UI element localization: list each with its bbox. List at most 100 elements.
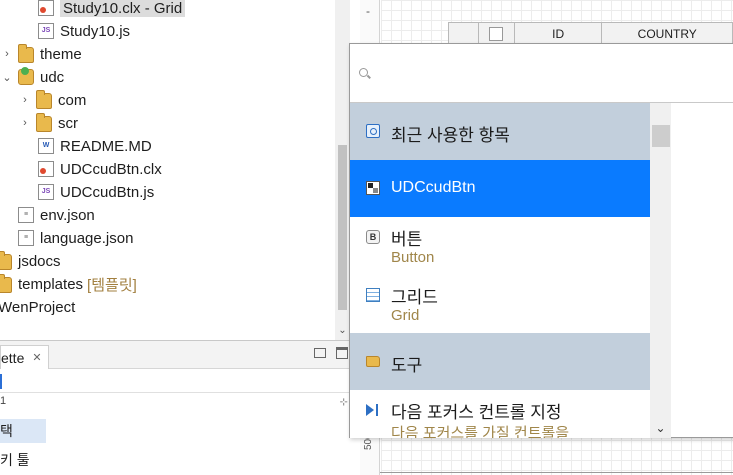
tree-item-label: env.json	[40, 206, 95, 224]
tree-item-scr[interactable]: › scr	[18, 112, 78, 134]
grid-control-icon	[366, 288, 380, 302]
tree-item-label: jsdocs	[18, 252, 61, 270]
chevron-right-icon[interactable]: ›	[0, 48, 14, 60]
tree-item-label: Study10.js	[60, 22, 131, 40]
palette-search-input[interactable]	[0, 371, 350, 393]
control-search-popup: 최근 사용한 항목 UDCcudBtn B 버튼 Button 그리드 Grid…	[349, 43, 733, 438]
tree-item-wenproject[interactable]: WenProject	[0, 296, 75, 318]
button-control-icon: B	[366, 230, 380, 244]
category-label: 도구	[391, 356, 423, 375]
column-label: COUNTRY	[637, 27, 697, 41]
grid-header-id: ID	[515, 23, 603, 45]
tree-scrollbar[interactable]: ⌄	[335, 0, 350, 340]
palette-item-label: 택	[0, 423, 13, 439]
tree-item-com[interactable]: › com	[18, 89, 86, 111]
popup-search-input[interactable]	[378, 60, 718, 86]
chevron-down-icon[interactable]: ⌄	[335, 325, 350, 336]
list-item-udccudbtn[interactable]: UDCcudBtn	[350, 160, 650, 217]
tree-item-label: UDCcudBtn.clx	[60, 160, 162, 178]
json-file-icon: ≡	[18, 207, 34, 223]
tree-item-templates[interactable]: templates [템플릿]	[0, 273, 137, 295]
tree-item-study10-clx[interactable]: Study10.clx - Grid	[36, 0, 186, 19]
checkbox[interactable]	[489, 27, 504, 41]
tree-item-udc[interactable]: ⌄ udc	[0, 66, 64, 88]
tree-item-label: com	[58, 91, 87, 109]
doc-file-icon: W	[38, 138, 54, 154]
tree-item-study10-js[interactable]: JS Study10.js	[36, 20, 130, 42]
list-item-title: 그리드	[391, 288, 438, 307]
chevron-down-icon[interactable]: ⌄	[0, 71, 14, 84]
divider	[380, 472, 733, 473]
chevron-down-icon[interactable]: ⌄	[650, 421, 671, 435]
list-item-grid[interactable]: 그리드 Grid	[350, 275, 650, 333]
tree-item-language-json[interactable]: ≡ language.json	[16, 227, 133, 249]
project-explorer-tree: Study10.clx - Grid JS Study10.js › theme…	[0, 0, 350, 340]
json-file-icon: ≡	[18, 230, 34, 246]
close-icon[interactable]: ✕	[32, 351, 41, 364]
ruler-collapse-icon[interactable]: -	[366, 4, 370, 18]
list-item-subtitle: 다음 포커스를 가질 컨트롤을	[391, 425, 570, 438]
list-item-next-focus[interactable]: 다음 포커스 컨트롤 지정 다음 포커스를 가질 컨트롤을	[350, 390, 650, 438]
grid-header-blank	[449, 23, 479, 45]
folder-icon	[0, 251, 12, 270]
folder-icon	[36, 113, 52, 132]
list-item-label: UDCcudBtn	[391, 179, 476, 196]
palette-group-label: 1	[0, 395, 7, 407]
clx-file-icon	[38, 161, 54, 177]
folder-icon	[36, 90, 52, 109]
palette-panel: ette ✕ 1 ⊹ 택 키 툴	[0, 340, 360, 475]
js-file-icon: JS	[38, 23, 54, 39]
tab-label: ette	[1, 349, 25, 366]
category-label: 최근 사용한 항목	[391, 126, 510, 145]
tree-item-jsdocs[interactable]: jsdocs	[0, 250, 61, 272]
category-tools[interactable]: 도구	[350, 333, 650, 390]
list-item-title: 버튼	[391, 230, 423, 249]
column-label: ID	[552, 27, 565, 41]
tree-item-label: WenProject	[0, 298, 76, 316]
tree-item-decoration: [템플릿]	[87, 276, 137, 294]
pin-icon[interactable]: ⊹	[340, 397, 348, 408]
clx-file-icon	[38, 0, 54, 16]
project-folder-icon	[18, 67, 34, 85]
category-recent-items[interactable]: 최근 사용한 항목	[350, 103, 650, 160]
chevron-right-icon[interactable]: ›	[18, 117, 32, 129]
list-item-button[interactable]: B 버튼 Button	[350, 217, 650, 275]
scrollbar-thumb[interactable]	[338, 145, 347, 310]
palette-tab-bar: ette ✕	[0, 341, 360, 369]
maximize-icon[interactable]	[336, 347, 348, 359]
grid-header-checkbox-cell	[479, 23, 515, 45]
popup-preview-area	[671, 103, 733, 438]
udc-component-icon	[366, 181, 380, 195]
tree-item-label: udc	[40, 68, 65, 86]
scrollbar-thumb[interactable]	[652, 125, 670, 147]
tree-item-label: README.MD	[60, 137, 152, 155]
tree-item-label: templates	[18, 275, 84, 293]
recent-items-icon	[366, 124, 380, 138]
palette-item-select[interactable]: 택	[0, 419, 46, 443]
folder-icon	[366, 356, 380, 367]
tree-item-label: UDCcudBtn.js	[60, 183, 155, 201]
next-focus-icon	[366, 403, 380, 417]
search-icon	[359, 68, 368, 77]
tree-item-theme[interactable]: › theme	[0, 43, 82, 65]
folder-icon	[18, 44, 34, 63]
popup-scrollbar[interactable]: ⌄	[650, 103, 671, 438]
tree-item-label: language.json	[40, 229, 134, 247]
tab-palette[interactable]: ette ✕	[0, 345, 49, 369]
tree-item-env-json[interactable]: ≡ env.json	[16, 204, 95, 226]
popup-search-bar	[350, 44, 733, 103]
text-caret	[0, 374, 2, 389]
minimize-icon[interactable]	[314, 348, 326, 358]
tree-item-udccudbtn-js[interactable]: JS UDCcudBtn.js	[36, 181, 154, 203]
tree-item-label: scr	[58, 114, 78, 132]
list-item-subtitle: Grid	[391, 307, 420, 324]
palette-item-label: 키 툴	[0, 452, 30, 468]
palette-group-header[interactable]: 1 ⊹	[0, 395, 350, 413]
tree-item-udccudbtn-clx[interactable]: UDCcudBtn.clx	[36, 158, 162, 180]
tree-item-label: Study10.clx - Grid	[60, 0, 186, 17]
list-item-title: 다음 포커스 컨트롤 지정	[391, 403, 562, 422]
js-file-icon: JS	[38, 184, 54, 200]
chevron-right-icon[interactable]: ›	[18, 94, 32, 106]
tree-item-readme[interactable]: W README.MD	[36, 135, 152, 157]
palette-item-tool[interactable]: 키 툴	[0, 448, 30, 472]
